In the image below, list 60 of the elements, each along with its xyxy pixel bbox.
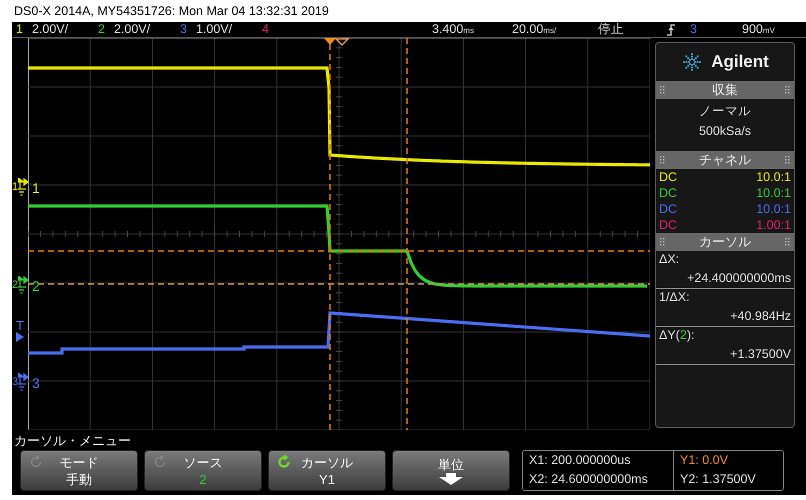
- channel-scale: 2.00V/: [114, 21, 150, 38]
- channel-number[interactable]: 3: [180, 20, 187, 39]
- probe-ratio: 10.0:1: [756, 201, 791, 217]
- timebase-value: 20.00ms/: [512, 21, 558, 38]
- trigger-level-label: T: [16, 320, 24, 332]
- section-title: カーソル: [699, 233, 751, 252]
- cursor-value: +1.37500V: [656, 344, 794, 365]
- trigger-edge-icon: [666, 24, 676, 36]
- channel-label: 2: [32, 277, 40, 296]
- channel-marker-label: 3: [12, 374, 18, 390]
- cursor-readout: Y2: 1.37500V: [679, 471, 757, 488]
- cursor-readout: X1: 200.000000us: [528, 452, 632, 469]
- grip-icon: [660, 238, 665, 246]
- grip-icon: [785, 156, 790, 164]
- delay-value: 3.400ms: [432, 21, 475, 38]
- grip-icon: [660, 86, 665, 94]
- section-title: チャネル: [699, 151, 751, 170]
- probe-ratio: 1.00:1: [756, 217, 791, 233]
- brand-name: Agilent: [711, 51, 769, 74]
- acquisition-mode: ノーマル: [698, 103, 752, 120]
- sample-rate: 500kSa/s: [698, 123, 752, 140]
- delay-marker-icon: [334, 38, 350, 46]
- cursor-label: 1/ΔX:: [658, 289, 691, 306]
- starburst-logo-icon: [681, 51, 704, 73]
- trigger-position-icon: [324, 38, 336, 45]
- grip-icon: [660, 156, 665, 164]
- channel-coupling: DC: [659, 201, 678, 217]
- channel-number[interactable]: 2: [98, 20, 105, 39]
- window-title: DS0-X 2014A, MY54351726: Mon Mar 04 13:32:31 2019: [13, 3, 330, 20]
- cursor-value: +24.400000000ms: [656, 268, 794, 289]
- channel-coupling: DC: [659, 217, 678, 233]
- channel-number[interactable]: 4: [262, 20, 269, 39]
- cursor-readout: X2: 24.600000000ms: [528, 471, 649, 488]
- softkey-button[interactable]: ソース 2: [144, 450, 262, 491]
- channel-label: 3: [32, 374, 40, 393]
- channel-marker-label: 2: [12, 278, 18, 293]
- channel-scale: 2.00V/: [32, 21, 68, 38]
- cursor-label: ΔY(2):: [658, 327, 696, 344]
- channel-coupling: DC: [659, 185, 678, 201]
- channel-label: 1: [32, 179, 40, 198]
- channel-scale: 1.00V/: [196, 21, 232, 38]
- softkey-button[interactable]: モード 手動: [20, 450, 138, 491]
- cursor-value: +40.984Hz: [656, 306, 794, 327]
- channel-number[interactable]: 1: [16, 20, 23, 39]
- probe-ratio: 10.0:1: [756, 169, 791, 185]
- grip-icon: [785, 238, 790, 246]
- menu-title: カーソル・メニュー: [13, 432, 132, 450]
- softkey-button[interactable]: カーソル Y1: [268, 450, 386, 491]
- cursor-readout: Y1: 0.0V: [679, 452, 729, 469]
- trigger-level: 900mV: [742, 21, 776, 38]
- probe-ratio: 10.0:1: [756, 185, 791, 201]
- trigger-source: 3: [690, 21, 698, 38]
- softkey-button[interactable]: 単位: [392, 450, 510, 491]
- run-status: 停止: [598, 21, 625, 38]
- channel-marker-label: 1: [12, 180, 18, 195]
- cursor-label: ΔX:: [658, 251, 680, 268]
- channel-coupling: DC: [659, 169, 678, 185]
- grip-icon: [785, 86, 790, 94]
- down-arrow-icon: [439, 473, 463, 485]
- section-title: 収集: [712, 81, 738, 100]
